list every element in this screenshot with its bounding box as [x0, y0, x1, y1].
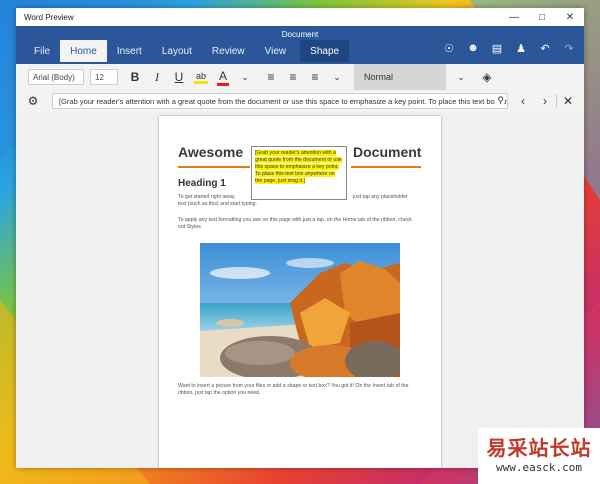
undo-icon[interactable]: ↶	[538, 42, 552, 55]
title-left[interactable]: Awesome	[178, 144, 243, 160]
pull-quote-text: [Grab your reader's attention with a gre…	[255, 150, 342, 184]
paragraph-3[interactable]: Want to insert a picture from your files…	[178, 383, 422, 397]
tab-layout[interactable]: Layout	[152, 40, 202, 62]
title-bar: Word Preview — □ ✕	[16, 8, 584, 26]
lightbulb-icon[interactable]: ☉	[442, 42, 456, 55]
paragraph-1a[interactable]: To get started right away,	[178, 194, 236, 201]
find-bar: ⚙ [Grab your reader's attention with a g…	[16, 90, 584, 113]
header-actions: ☉ ☻ ▤ ♟ ↶ ↷	[442, 42, 576, 55]
gear-icon[interactable]: ⚙	[22, 94, 44, 108]
font-color-icon[interactable]: A	[212, 69, 234, 86]
document-canvas: Awesome Document [Grab your reader's att…	[16, 112, 584, 468]
beach-rocks-image	[200, 243, 400, 377]
paragraph-1b[interactable]: just tap any placeholder	[353, 194, 408, 201]
find-icon[interactable]: ◈	[476, 70, 498, 84]
maximize-button[interactable]: □	[528, 8, 556, 26]
italic-button[interactable]: I	[146, 70, 168, 85]
paragraph-1c[interactable]: text (such as this) and start typing.	[178, 201, 257, 208]
align-icon[interactable]: ≡	[304, 70, 326, 84]
reading-view-icon[interactable]: ▤	[490, 42, 504, 55]
ribbon-header: Document File Home Insert Layout Review …	[16, 26, 584, 64]
chevron-down-icon[interactable]: ⌄	[450, 72, 472, 83]
highlight-icon[interactable]: ab	[190, 71, 212, 84]
ribbon-tabs: File Home Insert Layout Review View Shap…	[24, 40, 350, 62]
close-button[interactable]: ✕	[556, 8, 584, 26]
beach-photo[interactable]	[200, 243, 400, 377]
numbering-icon[interactable]: ≡	[282, 70, 304, 84]
tab-view[interactable]: View	[255, 40, 297, 62]
heading-1[interactable]: Heading 1	[178, 178, 226, 189]
watermark-url: www.easck.com	[495, 461, 583, 474]
chevron-down-icon[interactable]: ⌄	[326, 72, 348, 83]
previous-icon[interactable]: ‹	[512, 94, 534, 108]
find-input-text: [Grab your reader's attention with a gre…	[59, 96, 507, 106]
tab-shape[interactable]: Shape	[300, 40, 350, 62]
next-icon[interactable]: ›	[534, 94, 556, 108]
app-window: Word Preview — □ ✕ Document File Home In…	[16, 8, 584, 468]
watermark: 易采站长站 www.easck.com	[478, 428, 600, 484]
font-size-box[interactable]: 12	[90, 69, 118, 85]
tab-file[interactable]: File	[24, 40, 60, 62]
find-input[interactable]: [Grab your reader's attention with a gre…	[52, 93, 508, 109]
paragraph-2[interactable]: To apply any text formatting you see on …	[178, 217, 418, 231]
title-right[interactable]: Document	[353, 144, 421, 160]
watermark-chinese: 易采站长站	[486, 436, 592, 460]
smiley-icon[interactable]: ☻	[466, 42, 480, 55]
close-find-icon[interactable]: ✕	[556, 94, 579, 108]
share-icon[interactable]: ♟	[514, 42, 528, 55]
chevron-down-icon[interactable]: ⌄	[234, 72, 256, 83]
tab-insert[interactable]: Insert	[107, 40, 152, 62]
document-page: Awesome Document [Grab your reader's att…	[159, 116, 441, 468]
font-name-box[interactable]: Arial (Body)	[28, 69, 84, 85]
style-box[interactable]: Normal	[354, 64, 446, 90]
bold-button[interactable]: B	[124, 70, 146, 84]
app-title: Word Preview	[24, 12, 74, 22]
search-icon[interactable]: ⚲	[495, 95, 504, 106]
underline-button[interactable]: U	[168, 70, 190, 84]
redo-icon[interactable]: ↷	[562, 42, 576, 55]
home-ribbon: Arial (Body) 12 B I U ab A ⌄ ≡ ≡ ≡ ⌄ Nor…	[16, 64, 584, 91]
minimize-button[interactable]: —	[500, 8, 528, 26]
title-rule-left	[178, 166, 250, 168]
bullets-icon[interactable]: ≡	[260, 70, 282, 84]
pull-quote-box[interactable]: [Grab your reader's attention with a gre…	[251, 146, 347, 200]
tab-home[interactable]: Home	[60, 40, 107, 62]
tab-review[interactable]: Review	[202, 40, 255, 62]
document-title: Document	[281, 30, 319, 39]
title-rule-right	[351, 166, 421, 168]
